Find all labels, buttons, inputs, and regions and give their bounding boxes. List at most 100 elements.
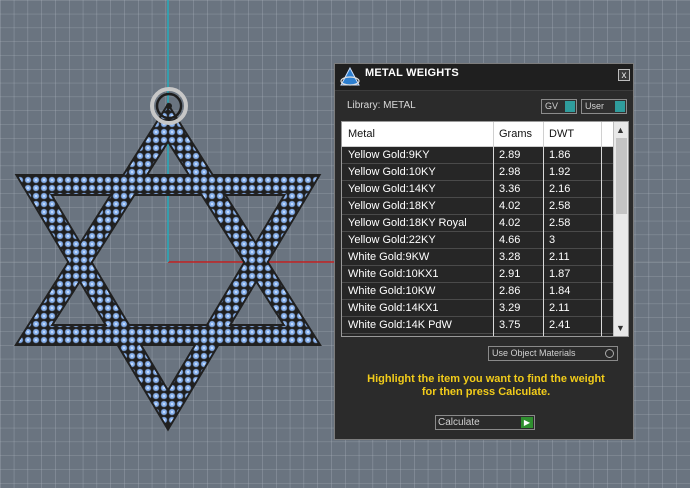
table-row[interactable]: Yellow Gold:18KY 4.02 2.58 [342, 198, 613, 215]
column-divider [601, 300, 602, 317]
user-toggle[interactable]: User [581, 99, 627, 114]
cell-metal: Yellow Gold:18KY [348, 200, 436, 212]
cell-metal: White Gold:10KW [348, 285, 436, 297]
column-divider [493, 198, 494, 215]
toggle-knob-icon [615, 101, 625, 112]
table-row[interactable]: White Gold:14KW 3.01 1.93 [342, 334, 613, 337]
use-object-materials-toggle[interactable]: Use Object Materials [488, 346, 618, 361]
cell-dwt: 2.41 [549, 319, 571, 331]
gv-toggle[interactable]: GV [541, 99, 577, 114]
column-divider [543, 147, 544, 164]
column-divider [493, 215, 494, 232]
radio-icon [605, 349, 614, 358]
ring-gizmo-icon[interactable] [150, 87, 188, 125]
column-divider [543, 266, 544, 283]
cell-grams: 3.28 [499, 251, 521, 263]
column-divider [493, 249, 494, 266]
column-divider [543, 215, 544, 232]
cell-metal: Yellow Gold:22KY [348, 234, 436, 246]
column-divider [543, 198, 544, 215]
cell-grams: 3.75 [499, 319, 521, 331]
cell-metal: Yellow Gold:18KY Royal [348, 217, 467, 229]
column-divider [543, 317, 544, 334]
cell-metal: Yellow Gold:10KY [348, 166, 436, 178]
table-row[interactable]: White Gold:14KX1 3.29 2.11 [342, 300, 613, 317]
scroll-up-icon[interactable]: ▲ [616, 125, 625, 135]
column-divider [493, 266, 494, 283]
column-divider [601, 164, 602, 181]
gv-toggle-label: GV [545, 101, 559, 111]
column-divider [493, 317, 494, 334]
table-row[interactable]: Yellow Gold:18KY Royal 4.02 2.58 [342, 215, 613, 232]
column-divider [543, 122, 544, 146]
cell-dwt: 1.87 [549, 268, 571, 280]
cell-dwt: 2.58 [549, 200, 571, 212]
table-row[interactable]: Yellow Gold:10KY 2.98 1.92 [342, 164, 613, 181]
column-divider [493, 147, 494, 164]
column-divider [493, 232, 494, 249]
column-header-dwt[interactable]: DWT [549, 128, 574, 140]
scroll-down-icon[interactable]: ▼ [616, 323, 625, 333]
use-object-materials-label: Use Object Materials [492, 348, 576, 358]
column-divider [601, 181, 602, 198]
library-label: Library: METAL [347, 100, 416, 111]
column-divider [601, 215, 602, 232]
column-divider [601, 232, 602, 249]
cell-grams: 4.02 [499, 200, 521, 212]
cell-grams: 2.91 [499, 268, 521, 280]
play-arrow-icon: ▶ [521, 417, 533, 428]
column-divider [543, 164, 544, 181]
cell-dwt: 2.11 [549, 302, 570, 314]
column-divider [601, 122, 602, 146]
cell-grams: 2.98 [499, 166, 521, 178]
cell-metal: White Gold:14KX1 [348, 302, 439, 314]
column-divider [493, 122, 494, 146]
column-divider [601, 147, 602, 164]
table-header: Metal Grams DWT [342, 122, 613, 147]
calculate-button[interactable]: Calculate ▶ [435, 415, 535, 430]
cell-metal: White Gold:9KW [348, 251, 430, 263]
metal-table[interactable]: Metal Grams DWT Yellow Gold:9KY 2.89 1.86 Y… [341, 121, 629, 337]
table-row[interactable]: White Gold:10KX1 2.91 1.87 [342, 266, 613, 283]
table-row[interactable]: Yellow Gold:14KY 3.36 2.16 [342, 181, 613, 198]
column-divider [493, 283, 494, 300]
cell-dwt: 2.11 [549, 251, 570, 263]
cell-metal: White Gold:14K PdW [348, 319, 452, 331]
table-scrollbar[interactable]: ▲ ▼ [613, 122, 628, 336]
cell-grams: 2.89 [499, 149, 521, 161]
column-header-grams[interactable]: Grams [499, 128, 532, 140]
table-row[interactable]: White Gold:9KW 3.28 2.11 [342, 249, 613, 266]
column-divider [543, 181, 544, 198]
cell-dwt: 1.93 [549, 336, 570, 337]
panel-titlebar[interactable]: METAL WEIGHTS x [335, 64, 633, 91]
column-divider [543, 232, 544, 249]
instruction-text: Highlight the item you want to find the … [345, 373, 627, 399]
column-divider [493, 300, 494, 317]
table-row[interactable]: White Gold:10KW 2.86 1.84 [342, 283, 613, 300]
scroll-thumb[interactable] [616, 138, 627, 214]
column-divider [543, 300, 544, 317]
cell-dwt: 3 [549, 234, 556, 246]
panel-title: METAL WEIGHTS [365, 67, 459, 79]
table-body: Yellow Gold:9KY 2.89 1.86 Yellow Gold:10KY 2… [342, 147, 613, 337]
table-row[interactable]: Yellow Gold:22KY 4.66 3 [342, 232, 613, 249]
cell-grams: 3.01 [499, 336, 520, 337]
table-row[interactable]: White Gold:14K PdW 3.75 2.41 [342, 317, 613, 334]
calculate-label: Calculate [438, 417, 480, 428]
close-button[interactable]: x [618, 69, 630, 81]
close-icon: x [621, 70, 627, 81]
table-row[interactable]: Yellow Gold:9KY 2.89 1.86 [342, 147, 613, 164]
column-header-metal[interactable]: Metal [348, 128, 375, 140]
column-divider [601, 283, 602, 300]
cell-dwt: 2.58 [549, 217, 571, 229]
instruction-line-2: for then press Calculate. [421, 386, 551, 398]
column-divider [601, 317, 602, 334]
column-divider [543, 334, 544, 336]
cell-metal: White Gold:14KW [348, 336, 435, 337]
column-divider [493, 164, 494, 181]
column-divider [601, 249, 602, 266]
instruction-line-1: Highlight the item you want to find the … [367, 373, 605, 385]
column-divider [493, 334, 494, 336]
cell-metal: White Gold:10KX1 [348, 268, 439, 280]
cell-grams: 3.36 [499, 183, 521, 195]
